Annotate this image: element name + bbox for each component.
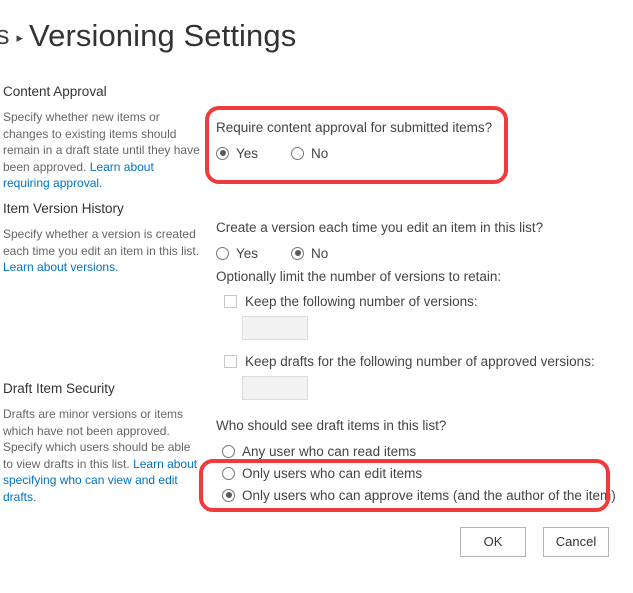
draft-security-option-any-user[interactable]: Any user who can read items	[222, 440, 626, 462]
keep-drafts-input[interactable]	[242, 376, 308, 400]
draft-security-option-edit-users-label: Only users who can edit items	[242, 465, 423, 481]
radio-icon[interactable]	[222, 488, 235, 502]
version-history-description: Specify whether a version is created eac…	[3, 226, 203, 276]
ok-button[interactable]: OK	[460, 527, 526, 557]
checkbox-icon[interactable]	[224, 294, 237, 308]
radio-icon[interactable]	[222, 444, 235, 458]
content-approval-question: Require content approval for submitted i…	[216, 120, 493, 135]
content-approval-option-yes[interactable]: Yes	[216, 144, 258, 163]
breadcrumb-parent-truncated[interactable]: s	[0, 21, 10, 49]
content-approval-option-no-label: No	[311, 145, 329, 161]
version-history-description-text: Specify whether a version is created eac…	[3, 227, 200, 258]
version-history-option-no-label: No	[311, 245, 329, 261]
version-history-description-column: Item Version History Specify whether a v…	[3, 201, 203, 276]
content-approval-description: Specify whether new items or changes to …	[3, 109, 203, 192]
version-history-heading: Item Version History	[3, 201, 124, 216]
keep-versions-checkbox-row[interactable]: Keep the following number of versions:	[224, 290, 626, 312]
draft-security-heading: Draft Item Security	[3, 381, 115, 396]
keep-drafts-checkbox-row[interactable]: Keep drafts for the following number of …	[224, 350, 626, 372]
breadcrumb-separator-icon: ▸	[16, 29, 24, 45]
version-limit-sub-label: Optionally limit the number of versions …	[216, 269, 502, 284]
draft-security-option-approve-users[interactable]: Only users who can approve items (and th…	[222, 484, 626, 506]
version-history-radio-group: Yes No	[216, 242, 626, 264]
keep-versions-input[interactable]	[242, 316, 308, 340]
learn-about-versions-link[interactable]: Learn about versions.	[3, 260, 118, 274]
radio-icon[interactable]	[216, 246, 229, 260]
content-approval-description-column: Content Approval Specify whether new ite…	[3, 84, 203, 192]
version-history-option-yes[interactable]: Yes	[216, 244, 258, 263]
breadcrumb: s ▸ Versioning Settings	[0, 8, 296, 62]
draft-security-question: Who should see draft items in this list?	[216, 418, 447, 433]
radio-icon[interactable]	[216, 146, 229, 160]
version-history-option-no[interactable]: No	[291, 244, 328, 263]
content-approval-option-yes-label: Yes	[236, 145, 259, 161]
radio-icon[interactable]	[222, 466, 235, 480]
cancel-button[interactable]: Cancel	[543, 527, 609, 557]
version-history-option-yes-label: Yes	[236, 245, 259, 261]
draft-security-option-approve-users-label: Only users who can approve items (and th…	[242, 487, 616, 503]
keep-versions-label: Keep the following number of versions:	[245, 293, 478, 309]
content-approval-radio-group: Yes No	[216, 142, 626, 164]
content-approval-heading: Content Approval	[3, 84, 107, 99]
checkbox-icon[interactable]	[224, 354, 237, 368]
content-approval-controls: Require content approval for submitted i…	[216, 118, 626, 164]
radio-icon[interactable]	[291, 146, 305, 160]
draft-security-description-column: Draft Item Security Drafts are minor ver…	[3, 381, 203, 505]
page-title: Versioning Settings	[29, 17, 297, 53]
keep-drafts-label: Keep drafts for the following number of …	[245, 353, 595, 369]
draft-security-option-edit-users[interactable]: Only users who can edit items	[222, 462, 626, 484]
draft-security-controls: Who should see draft items in this list?…	[216, 416, 626, 506]
dialog-button-bar: OK Cancel	[0, 527, 633, 557]
radio-icon[interactable]	[291, 246, 305, 260]
version-history-controls: Create a version each time you edit an i…	[216, 218, 626, 400]
draft-security-description: Drafts are minor versions or items which…	[3, 406, 203, 505]
draft-security-option-any-user-label: Any user who can read items	[242, 443, 417, 459]
version-history-question: Create a version each time you edit an i…	[216, 220, 544, 235]
content-approval-option-no[interactable]: No	[291, 144, 328, 163]
